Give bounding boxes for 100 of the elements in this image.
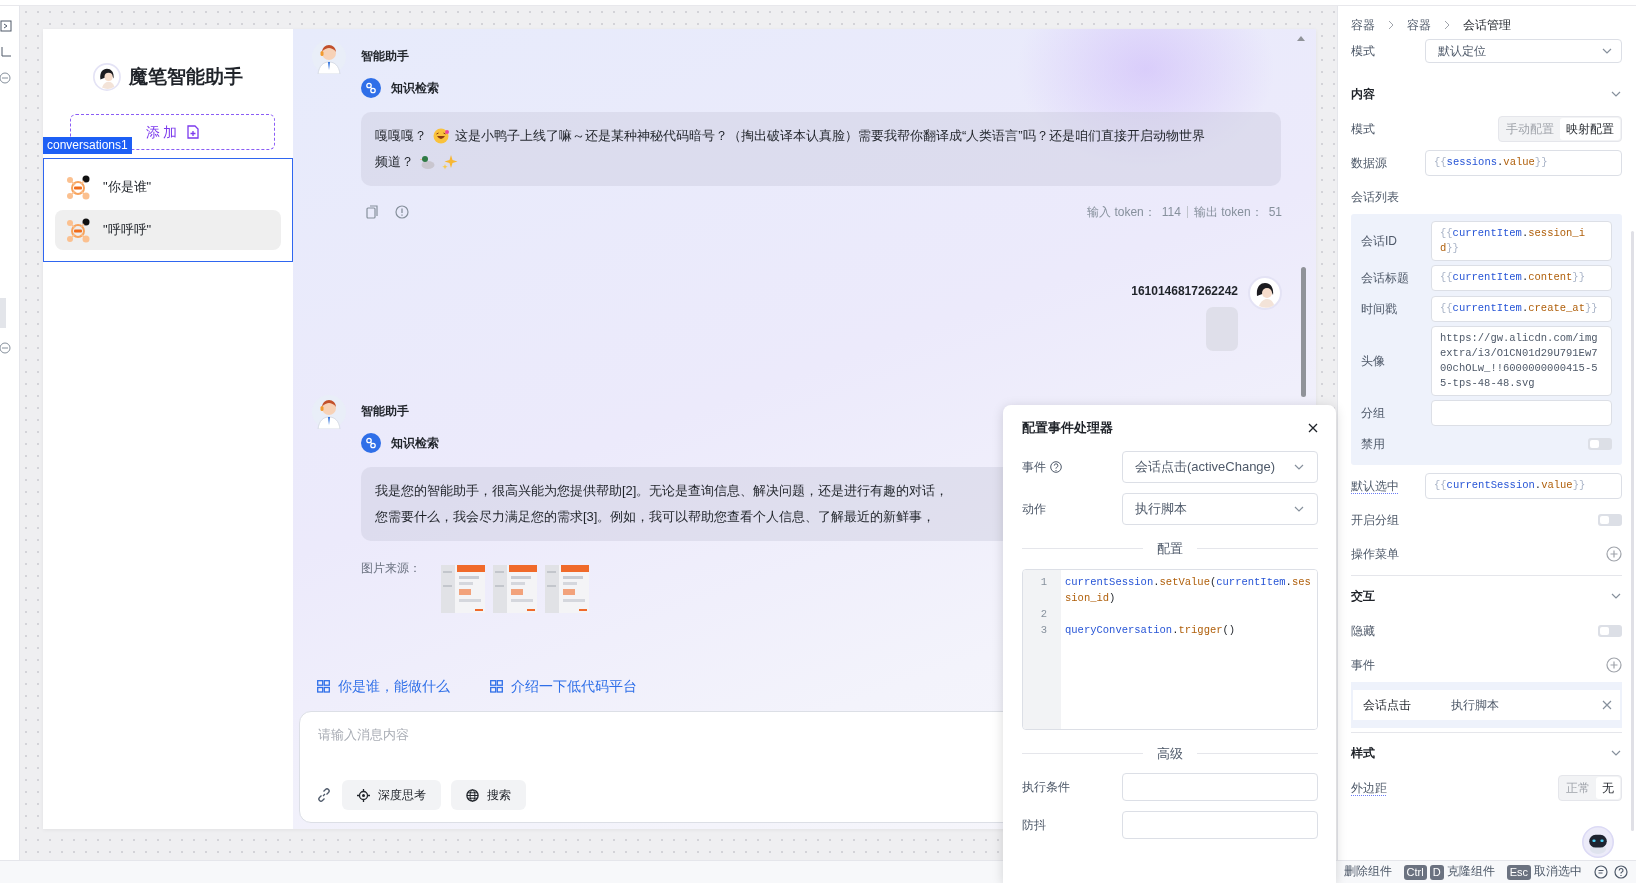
- toggle-switch[interactable]: [1588, 438, 1612, 450]
- key-hint: Esc: [1506, 864, 1531, 880]
- sender-name: 智能助手: [361, 48, 410, 65]
- field-label: 操作菜单: [1351, 546, 1400, 563]
- message-icon[interactable]: [1594, 865, 1608, 879]
- toggle-switch[interactable]: [1598, 514, 1622, 526]
- dialog-title: 配置事件处理器: [1022, 419, 1113, 438]
- knowledge-icon: [361, 78, 381, 98]
- suggestion-link[interactable]: 你是谁，能做什么: [317, 675, 450, 697]
- field-label: 会话ID: [1361, 233, 1398, 250]
- chevron-right-icon: [1443, 20, 1451, 30]
- message-text: 我是您的智能助手，很高兴能为您提供帮助[2]。无论是查询信息、解决问题，还是进行有趣的对话，: [375, 482, 949, 500]
- file-add-icon: [187, 125, 200, 139]
- section-title: 样式: [1351, 745, 1375, 762]
- scroll-up-icon[interactable]: [1297, 35, 1305, 41]
- expression-field[interactable]: {{currentItem.session_id}}: [1431, 221, 1612, 261]
- section-title: 内容: [1351, 86, 1375, 103]
- input-field[interactable]: [1122, 773, 1318, 801]
- message-text: 这是小鸭子上线了嘛～还是某种神秘代码暗号？（掏出破译本认真脸）需要我帮你翻译成“人类语言”吗？还是咱们直接开启动物世界: [455, 127, 1205, 145]
- grid-icon: [317, 679, 330, 693]
- field-label: 会话列表: [1351, 189, 1400, 206]
- input-field[interactable]: [1431, 400, 1612, 426]
- event-row[interactable]: 会话点击 执行脚本: [1353, 690, 1620, 720]
- composer-button[interactable]: 深度思考: [342, 780, 441, 810]
- message-text: 嘎嘎嘎？: [375, 127, 427, 145]
- token-count: 51: [1268, 204, 1282, 221]
- field-label: 动作: [1022, 501, 1046, 518]
- expression-field[interactable]: {{currentSession.value}}: [1425, 473, 1622, 499]
- sparkle-icon: [442, 154, 458, 170]
- sender-name: 1610146817262242: [1131, 283, 1238, 300]
- field-label: 事件: [1351, 657, 1376, 674]
- add-icon[interactable]: [1606, 546, 1622, 562]
- conversation-icon: [65, 217, 91, 243]
- sender-name: 智能助手: [361, 403, 410, 420]
- toggle-switch[interactable]: [1598, 625, 1622, 637]
- code-line: currentSession.setValue(currentItem.session_id): [1064, 574, 1312, 606]
- duck-emoji-icon: [420, 154, 436, 170]
- field-label: 模式: [1351, 43, 1376, 60]
- assistant-avatar: [93, 63, 121, 91]
- field-label: 事件: [1022, 459, 1046, 476]
- key-hint: D: [1429, 864, 1444, 880]
- help-icon[interactable]: [1614, 865, 1628, 879]
- suggestion-link[interactable]: 介绍一下低代码平台: [490, 675, 637, 697]
- expression-field[interactable]: {{currentItem.content}}: [1431, 265, 1612, 291]
- input-field[interactable]: [1122, 811, 1318, 839]
- input-field[interactable]: https://gw.alicdn.com/imgextra/i3/O1CN01d29U791Ew700chOLw_!!6000000000415-55-tps-48-48.svg: [1431, 326, 1612, 396]
- field-label: 模式: [1351, 121, 1376, 138]
- expression-field[interactable]: {{sessions.value}}: [1425, 150, 1622, 176]
- field-label: 分组: [1361, 405, 1386, 422]
- laughing-emoji-icon: [433, 128, 449, 144]
- field-label: 执行条件: [1022, 779, 1070, 796]
- grid-icon: [490, 679, 503, 693]
- corner-icon: [0, 46, 12, 58]
- target-icon: [357, 788, 370, 802]
- shortcut-label: 取消选中: [1534, 864, 1582, 880]
- code-line: queryConversation.trigger(): [1064, 622, 1237, 638]
- conversation-icon: [65, 174, 91, 200]
- chevron-right-icon: [1387, 20, 1395, 30]
- segment-option[interactable]: 无: [1596, 777, 1620, 799]
- token-label: 输出 token：: [1193, 204, 1263, 221]
- message-text: 您需要什么，我会尽力满足您的需求[3]。例如，我可以帮助您查看个人信息、了解最近的新鲜事，: [375, 508, 936, 526]
- token-label: 输入 token：: [1087, 204, 1156, 221]
- add-icon[interactable]: [1606, 657, 1622, 673]
- select-field[interactable]: 会话点击(activeChange): [1122, 451, 1318, 483]
- code-editor[interactable]: 1 currentSession.setValue(currentItem.session_id) 2 3 queryConversation.trigger(): [1022, 568, 1318, 730]
- field-label: 数据源: [1351, 155, 1388, 172]
- field-label: 开启分组: [1351, 512, 1400, 529]
- close-icon[interactable]: [1308, 423, 1318, 433]
- field-label: 默认选中: [1351, 478, 1400, 495]
- knowledge-icon: [361, 433, 381, 453]
- copy-icon[interactable]: [365, 205, 379, 219]
- component-tag: conversations1: [43, 137, 132, 154]
- image-source-label: 图片来源：: [361, 560, 421, 577]
- field-label: 外边距: [1351, 780, 1388, 797]
- conversation-item[interactable]: "你是谁": [55, 167, 281, 207]
- robot-assistant-icon[interactable]: [1582, 826, 1614, 858]
- scrollbar[interactable]: [1301, 267, 1306, 397]
- breadcrumb-item[interactable]: 会话管理: [1463, 16, 1511, 34]
- info-icon[interactable]: [395, 205, 409, 219]
- token-count: 114: [1161, 204, 1181, 221]
- field-label: 时间戳: [1361, 301, 1398, 318]
- field-label: 会话标题: [1361, 270, 1410, 287]
- select-field[interactable]: 执行脚本: [1122, 493, 1318, 525]
- message-text: 频道？: [375, 153, 414, 171]
- field-label: 禁用: [1361, 436, 1386, 453]
- globe-icon: [466, 788, 479, 802]
- breadcrumb-item[interactable]: 容器: [1407, 16, 1431, 34]
- breadcrumb-item[interactable]: 容器: [1351, 16, 1375, 34]
- tool-label: 知识检索: [391, 435, 439, 452]
- link-icon[interactable]: [316, 787, 332, 803]
- segment-option[interactable]: 映射配置: [1560, 118, 1620, 140]
- composer-button[interactable]: 搜索: [451, 780, 526, 810]
- expression-field[interactable]: {{currentItem.create_at}}: [1431, 296, 1612, 322]
- tool-label: 知识检索: [391, 80, 439, 97]
- select-field[interactable]: 默认定位: [1425, 39, 1622, 63]
- field-label: 隐藏: [1351, 623, 1376, 640]
- conversation-item[interactable]: "呼呼呼": [55, 210, 281, 250]
- field-label: 头像: [1361, 353, 1386, 370]
- section-title: 交互: [1351, 588, 1375, 605]
- user-avatar: [1248, 276, 1282, 310]
